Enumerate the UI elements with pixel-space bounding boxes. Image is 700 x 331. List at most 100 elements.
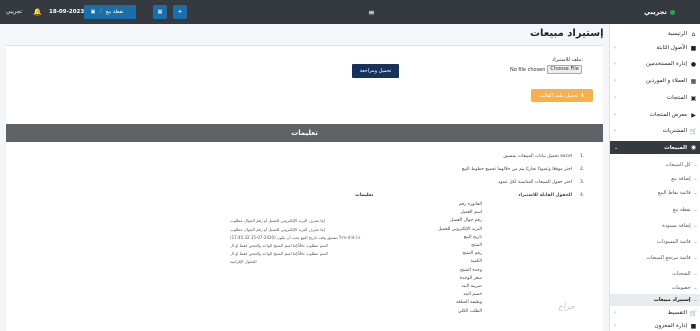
circle-icon: − bbox=[693, 297, 697, 303]
sidebar-item-label: معرض المنتجات bbox=[649, 112, 687, 118]
address-book-icon: ▦ bbox=[690, 77, 697, 85]
instruction-num: 2. bbox=[580, 167, 585, 172]
field-name: اسم العميل bbox=[460, 210, 482, 216]
sidebar-subitem-pos-list[interactable]: قائمة نقاط البيع − bbox=[610, 187, 700, 199]
subitem-label: قائمة المسودات bbox=[657, 239, 691, 245]
subitem-label: قائمة نقاط البيع bbox=[657, 190, 691, 196]
field-description: الحقول الإلزامية bbox=[230, 259, 257, 265]
sidebar-item-label: العملاء و الموردين bbox=[645, 78, 687, 84]
sidebar-item-label: المبيعات bbox=[664, 144, 687, 151]
circle-icon: − bbox=[693, 255, 697, 261]
field-name: وظيفة السلعة bbox=[456, 300, 482, 306]
instruction-line: الحقول القابلة للاستيراد 4. bbox=[230, 193, 590, 202]
brand-name[interactable]: تجريبي bbox=[644, 8, 667, 16]
cart-icon: 🛒 bbox=[689, 309, 698, 317]
field-name: وحدة المنتج bbox=[460, 267, 482, 273]
field-name: ضريبة البند bbox=[461, 284, 482, 289]
subitem-label: قائمة مرتجع المبيعات bbox=[646, 255, 691, 261]
sidebar-subitem-import-sales[interactable]: إستيراد مبيعات − bbox=[610, 294, 700, 306]
calculator-icon: ▦ bbox=[157, 9, 163, 15]
file-status: No file chosen bbox=[510, 66, 546, 73]
warehouse-icon: ■ bbox=[690, 322, 697, 330]
instruction-line: تحميل بيانات المبيعات بتنسيق excel 1. bbox=[230, 154, 590, 163]
subitem-label: إستيراد مبيعات bbox=[653, 297, 691, 303]
subitem-label: نقطة بيع bbox=[672, 207, 691, 213]
money-icon: ▣ bbox=[90, 9, 96, 15]
sidebar-item-inventory[interactable]: ‹ إدارة المخزون ■ bbox=[610, 320, 700, 331]
watermark: حراج bbox=[558, 302, 575, 311]
field-name: خصم البند bbox=[463, 292, 482, 298]
download-template-label: تحميل ملف القالب bbox=[539, 92, 579, 99]
circle-icon: − bbox=[693, 239, 697, 245]
subitem-label: إضافة مسودة bbox=[662, 223, 691, 229]
instruction-line: اختر حقول المبيعات المناسبة لكل عمود 3. bbox=[230, 180, 590, 189]
building-icon: ■ bbox=[690, 44, 697, 52]
sidebar-item-fixed-assets[interactable]: ‹ الأصول الثابتة ■ bbox=[610, 42, 700, 54]
sidebar-subitem-returns[interactable]: قائمة مرتجع المبيعات − bbox=[610, 252, 700, 264]
sidebar-subitem-add-sale[interactable]: إضافة بيع − bbox=[610, 173, 700, 185]
field-description: إما اسم المنتج الواحد والبعض فقط او الSk… bbox=[230, 251, 329, 257]
instruction-num: 3. bbox=[580, 180, 585, 185]
sidebar-subitem-shipments[interactable]: الشحنات − bbox=[610, 268, 700, 280]
sidebar-item-label: إدارة المستخدمين bbox=[646, 61, 687, 67]
instruction-line: اختر موقعًا وعمودًا تجاريًا يتم من خلاله… bbox=[230, 167, 590, 176]
bell-icon[interactable]: 🔔 bbox=[33, 8, 42, 16]
sidebar-item-contacts[interactable]: ‹ العملاء و الموردين ▦ bbox=[610, 75, 700, 87]
field-name: الطلب الكلي bbox=[458, 308, 482, 314]
instruction-num: 1. bbox=[580, 154, 585, 159]
sidebar-subitem-discounts[interactable]: خصومات − bbox=[610, 282, 700, 294]
sidebar-item-label: المنتجات bbox=[666, 95, 687, 101]
users-icon: ● bbox=[690, 60, 697, 68]
sidebar-subitem-drafts[interactable]: قائمة المسودات − bbox=[610, 236, 700, 248]
file-input[interactable]: No file chosen Choose File bbox=[510, 65, 582, 74]
instruction-text: تحميل بيانات المبيعات بتنسيق excel bbox=[503, 154, 572, 159]
field-name: سعر الوحدة bbox=[459, 275, 482, 281]
circle-icon: − bbox=[693, 162, 697, 168]
subitem-label: الشحنات bbox=[672, 271, 691, 277]
status-dot bbox=[669, 9, 675, 15]
date-display: 18-09-2023 bbox=[49, 9, 85, 15]
sidebar-item-home[interactable]: الرئيسية ⌂ bbox=[610, 28, 700, 40]
field-name: الفاتورة رقم bbox=[458, 202, 482, 207]
field-description: إما معرف البريد الإلكتروني للعميل أو رقم… bbox=[230, 226, 325, 232]
instruction-text: الحقول القابلة للاستيراد bbox=[518, 193, 572, 198]
user-name[interactable]: تجريبي bbox=[6, 9, 22, 15]
sidebar-item-label: الرئيسية bbox=[668, 31, 687, 37]
home-icon: ⌂ bbox=[691, 30, 696, 38]
upload-review-button[interactable]: تحميل ومراجعة bbox=[352, 64, 399, 78]
sidebar-item-users[interactable]: ‹ إدارة المستخدمين ● bbox=[610, 58, 700, 70]
sidebar-item-installments[interactable]: ‹ التقسيط 🛒 bbox=[610, 307, 700, 319]
sidebar: الرئيسية ⌂ ‹ الأصول الثابتة ■ ‹ إدارة ال… bbox=[609, 24, 700, 331]
sidebar-item-products[interactable]: ‹ المنتجات ▣ bbox=[610, 92, 700, 104]
sidebar-subitem-pos[interactable]: نقطة بيع − bbox=[610, 204, 700, 216]
instruction-text: اختر حقول المبيعات المناسبة لكل عمود bbox=[498, 180, 572, 185]
choose-file-button[interactable]: Choose File bbox=[547, 65, 582, 74]
circle-icon: − bbox=[693, 271, 697, 277]
sidebar-item-label: الأصول الثابتة bbox=[656, 45, 687, 51]
fields-table-header: تعليمات bbox=[355, 193, 374, 198]
box-icon: ▣ bbox=[690, 94, 697, 102]
subitem-label: خصومات bbox=[671, 285, 691, 291]
field-description: إما معرف البريد الإلكتروني للعميل أو رقم… bbox=[230, 218, 325, 224]
cart-icon: 🛒 bbox=[689, 127, 698, 135]
file-label: ملف للاستيراد: bbox=[552, 57, 583, 63]
plus-icon: + bbox=[177, 9, 183, 15]
add-button[interactable]: + bbox=[173, 5, 187, 19]
circle-icon: − bbox=[693, 223, 697, 229]
sidebar-item-sales[interactable]: ⌄ المبيعات ◉ bbox=[610, 141, 700, 154]
field-description: إما اسم المنتج الواحد والبعض فقط او الSk… bbox=[230, 243, 329, 248]
circle-icon: − bbox=[693, 285, 697, 291]
sales-icon: ◉ bbox=[690, 144, 697, 151]
top-navbar: تجريبي 🔔 18-09-2023 🛒 نقطة بيع ▣ ▦ + ≡ ت… bbox=[0, 0, 700, 24]
download-template-button[interactable]: تحميل ملف القالب ⬇ bbox=[531, 89, 593, 102]
bars-icon[interactable]: ≡ bbox=[368, 8, 375, 17]
pos-button-label: نقطة بيع bbox=[105, 9, 124, 15]
calculator-button[interactable]: ▦ bbox=[153, 5, 167, 19]
circle-icon: − bbox=[693, 190, 697, 196]
sidebar-item-purchases[interactable]: ‹ المشتريات 🛒 bbox=[610, 125, 700, 137]
instruction-text: اختر موقعًا وعمودًا تجاريًا يتم من خلاله… bbox=[461, 167, 572, 172]
sidebar-subitem-all-sales[interactable]: كل المبيعات − bbox=[610, 159, 700, 171]
sidebar-subitem-add-draft[interactable]: إضافة مسودة − bbox=[610, 220, 700, 232]
sidebar-item-gallery[interactable]: ‹ معرض المنتجات ▶ bbox=[610, 109, 700, 121]
money-button[interactable]: ▣ bbox=[86, 5, 100, 19]
